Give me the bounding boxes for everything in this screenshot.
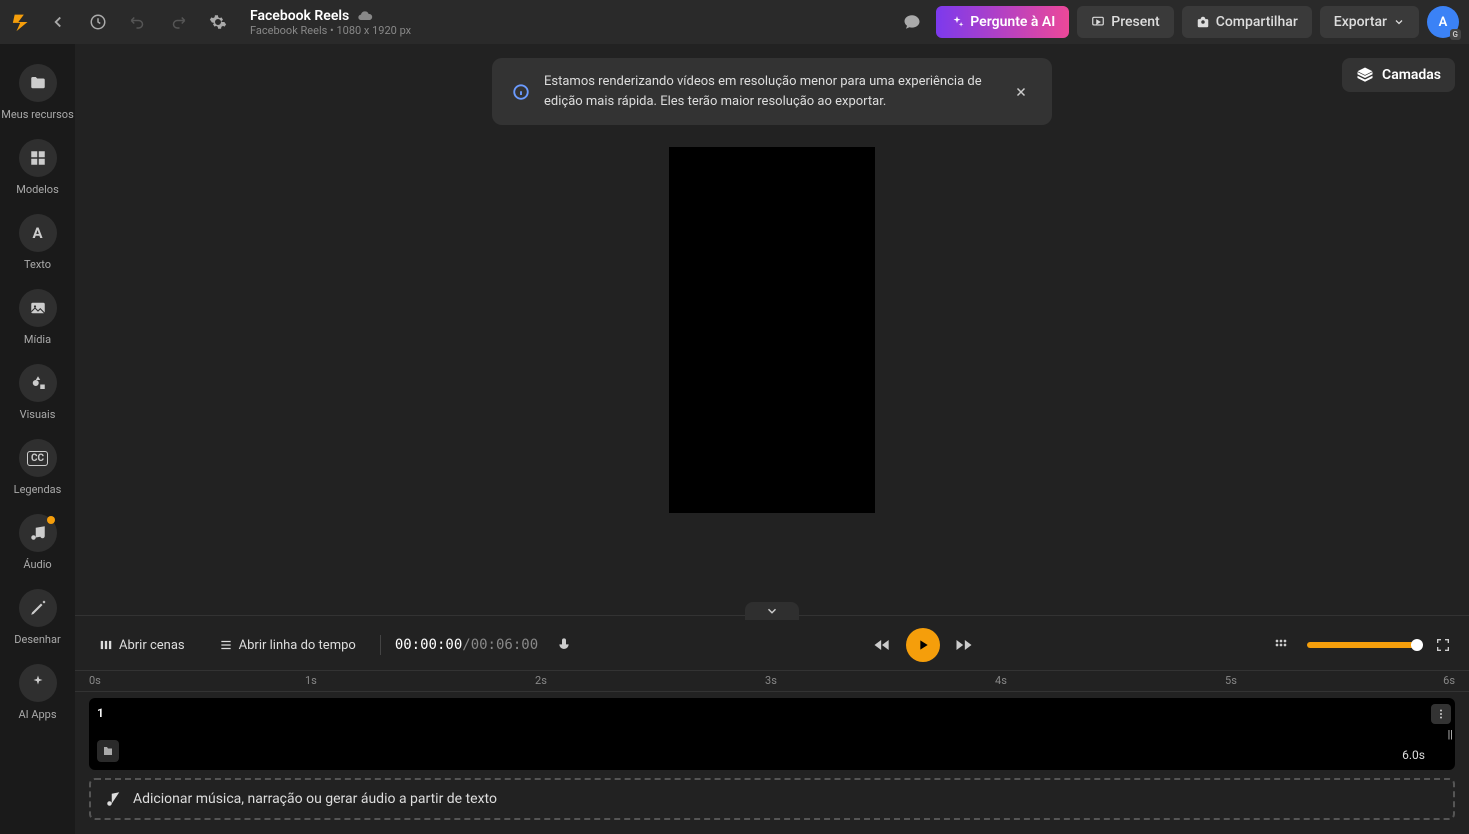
clip-menu-button[interactable] — [1431, 704, 1451, 724]
sidebar-item-label: Visuais — [20, 408, 56, 421]
timeline-ruler[interactable]: 0s 1s 2s 3s 4s 5s 6s — [75, 670, 1469, 692]
sidebar-item-captions[interactable]: CC Legendas — [0, 433, 75, 506]
sidebar-item-label: Modelos — [16, 183, 59, 196]
ask-ai-label: Pergunte à AI — [970, 14, 1055, 30]
ruler-mark: 6s — [1443, 674, 1455, 687]
sidebar-item-visuals[interactable]: Visuais — [0, 358, 75, 431]
timecode: 00:00:00/00:06:00 — [395, 637, 538, 653]
sidebar: Meus recursos Modelos A Texto Mídia Visu… — [0, 44, 75, 834]
app-logo[interactable] — [10, 10, 34, 34]
rewind-button[interactable] — [872, 635, 892, 655]
canvas-area: Estamos renderizando vídeos em resolução… — [75, 44, 1469, 615]
main-area: Estamos renderizando vídeos em resolução… — [75, 44, 1469, 834]
open-timeline-button[interactable]: Abrir linha do tempo — [209, 632, 366, 659]
project-title[interactable]: Facebook Reels — [250, 8, 349, 24]
back-button[interactable] — [42, 6, 74, 38]
add-audio-row[interactable]: Adicionar música, narração ou gerar áudi… — [89, 778, 1455, 820]
current-time: 00:00:00 — [395, 637, 462, 653]
ruler-mark: 0s — [89, 674, 101, 687]
clip-number: 1 — [97, 706, 104, 720]
undo-button[interactable] — [122, 6, 154, 38]
sidebar-item-draw[interactable]: Desenhar — [0, 583, 75, 656]
clip-resize-handle[interactable]: || — [1448, 728, 1453, 741]
voiceover-button[interactable] — [552, 633, 576, 657]
video-canvas[interactable] — [669, 147, 875, 513]
history-button[interactable] — [82, 6, 114, 38]
project-subtitle: Facebook Reels • 1080 x 1920 px — [250, 24, 411, 37]
info-icon — [512, 83, 530, 101]
avatar-badge: G — [1450, 29, 1461, 40]
duration: 00:06:00 — [471, 637, 538, 653]
music-add-icon — [105, 790, 123, 808]
avatar-letter: A — [1439, 15, 1448, 30]
image-icon — [29, 299, 47, 317]
share-button[interactable]: Compartilhar — [1182, 6, 1312, 38]
chat-button[interactable] — [896, 6, 928, 38]
cloud-saved-icon — [357, 8, 373, 24]
share-label: Compartilhar — [1216, 14, 1298, 30]
sidebar-item-templates[interactable]: Modelos — [0, 133, 75, 206]
layers-button[interactable]: Camadas — [1342, 58, 1455, 92]
sidebar-item-text[interactable]: A Texto — [0, 208, 75, 281]
playback-controls — [872, 628, 974, 662]
sidebar-item-resources[interactable]: Meus recursos — [0, 58, 75, 131]
timeline-panel: Abrir cenas Abrir linha do tempo 00:00:0… — [75, 615, 1469, 834]
folder-icon — [29, 74, 47, 92]
sidebar-item-label: Áudio — [23, 558, 51, 571]
add-audio-label: Adicionar música, narração ou gerar áudi… — [133, 791, 497, 807]
layers-label: Camadas — [1382, 67, 1441, 83]
sidebar-item-label: AI Apps — [18, 708, 56, 721]
sidebar-item-audio[interactable]: Áudio — [0, 508, 75, 581]
present-button[interactable]: Present — [1077, 6, 1173, 38]
play-button[interactable] — [906, 628, 940, 662]
ask-ai-button[interactable]: Pergunte à AI — [936, 6, 1069, 38]
header: Facebook Reels Facebook Reels • 1080 x 1… — [0, 0, 1469, 44]
avatar[interactable]: A G — [1427, 6, 1459, 38]
list-icon — [219, 638, 233, 652]
settings-button[interactable] — [202, 6, 234, 38]
open-timeline-label: Abrir linha do tempo — [239, 638, 356, 653]
clip-duration: 6.0s — [1402, 748, 1425, 762]
grid-view-button[interactable] — [1269, 633, 1293, 657]
shapes-icon — [29, 374, 47, 392]
export-button[interactable]: Exportar — [1320, 6, 1419, 38]
toast-close-button[interactable] — [1010, 81, 1032, 103]
ruler-mark: 1s — [305, 674, 317, 687]
present-label: Present — [1111, 14, 1159, 30]
clip-type-icon[interactable] — [97, 740, 119, 762]
ruler-mark: 5s — [1225, 674, 1237, 687]
ruler-mark: 3s — [765, 674, 777, 687]
ruler-mark: 4s — [995, 674, 1007, 687]
toast-text: Estamos renderizando vídeos em resolução… — [544, 72, 996, 111]
zoom-slider[interactable] — [1307, 642, 1417, 648]
video-clip[interactable]: 1 6.0s || — [89, 698, 1455, 770]
sparkle-icon — [29, 674, 47, 692]
notification-dot — [47, 516, 55, 524]
info-toast: Estamos renderizando vídeos em resolução… — [492, 58, 1052, 125]
text-icon: A — [32, 224, 42, 242]
music-icon — [29, 524, 47, 542]
pencil-icon — [29, 599, 47, 617]
ruler-mark: 2s — [535, 674, 547, 687]
sidebar-item-label: Mídia — [24, 333, 51, 346]
sidebar-item-label: Desenhar — [14, 633, 60, 646]
sidebar-item-label: Texto — [24, 258, 51, 271]
redo-button[interactable] — [162, 6, 194, 38]
sidebar-item-label: Meus recursos — [1, 108, 74, 121]
forward-button[interactable] — [954, 635, 974, 655]
open-scenes-button[interactable]: Abrir cenas — [89, 632, 195, 659]
sidebar-item-aiapps[interactable]: AI Apps — [0, 658, 75, 731]
zoom-thumb[interactable] — [1411, 639, 1423, 651]
layers-icon — [1356, 66, 1374, 84]
sidebar-item-media[interactable]: Mídia — [0, 283, 75, 356]
tracks-area: 1 6.0s || Adicionar música, narração ou … — [75, 692, 1469, 834]
templates-icon — [29, 149, 47, 167]
scenes-icon — [99, 638, 113, 652]
sidebar-item-label: Legendas — [14, 483, 62, 496]
export-label: Exportar — [1334, 14, 1387, 30]
project-title-block: Facebook Reels Facebook Reels • 1080 x 1… — [250, 8, 411, 37]
fullscreen-button[interactable] — [1431, 633, 1455, 657]
open-scenes-label: Abrir cenas — [119, 638, 185, 653]
cc-icon: CC — [27, 451, 48, 466]
